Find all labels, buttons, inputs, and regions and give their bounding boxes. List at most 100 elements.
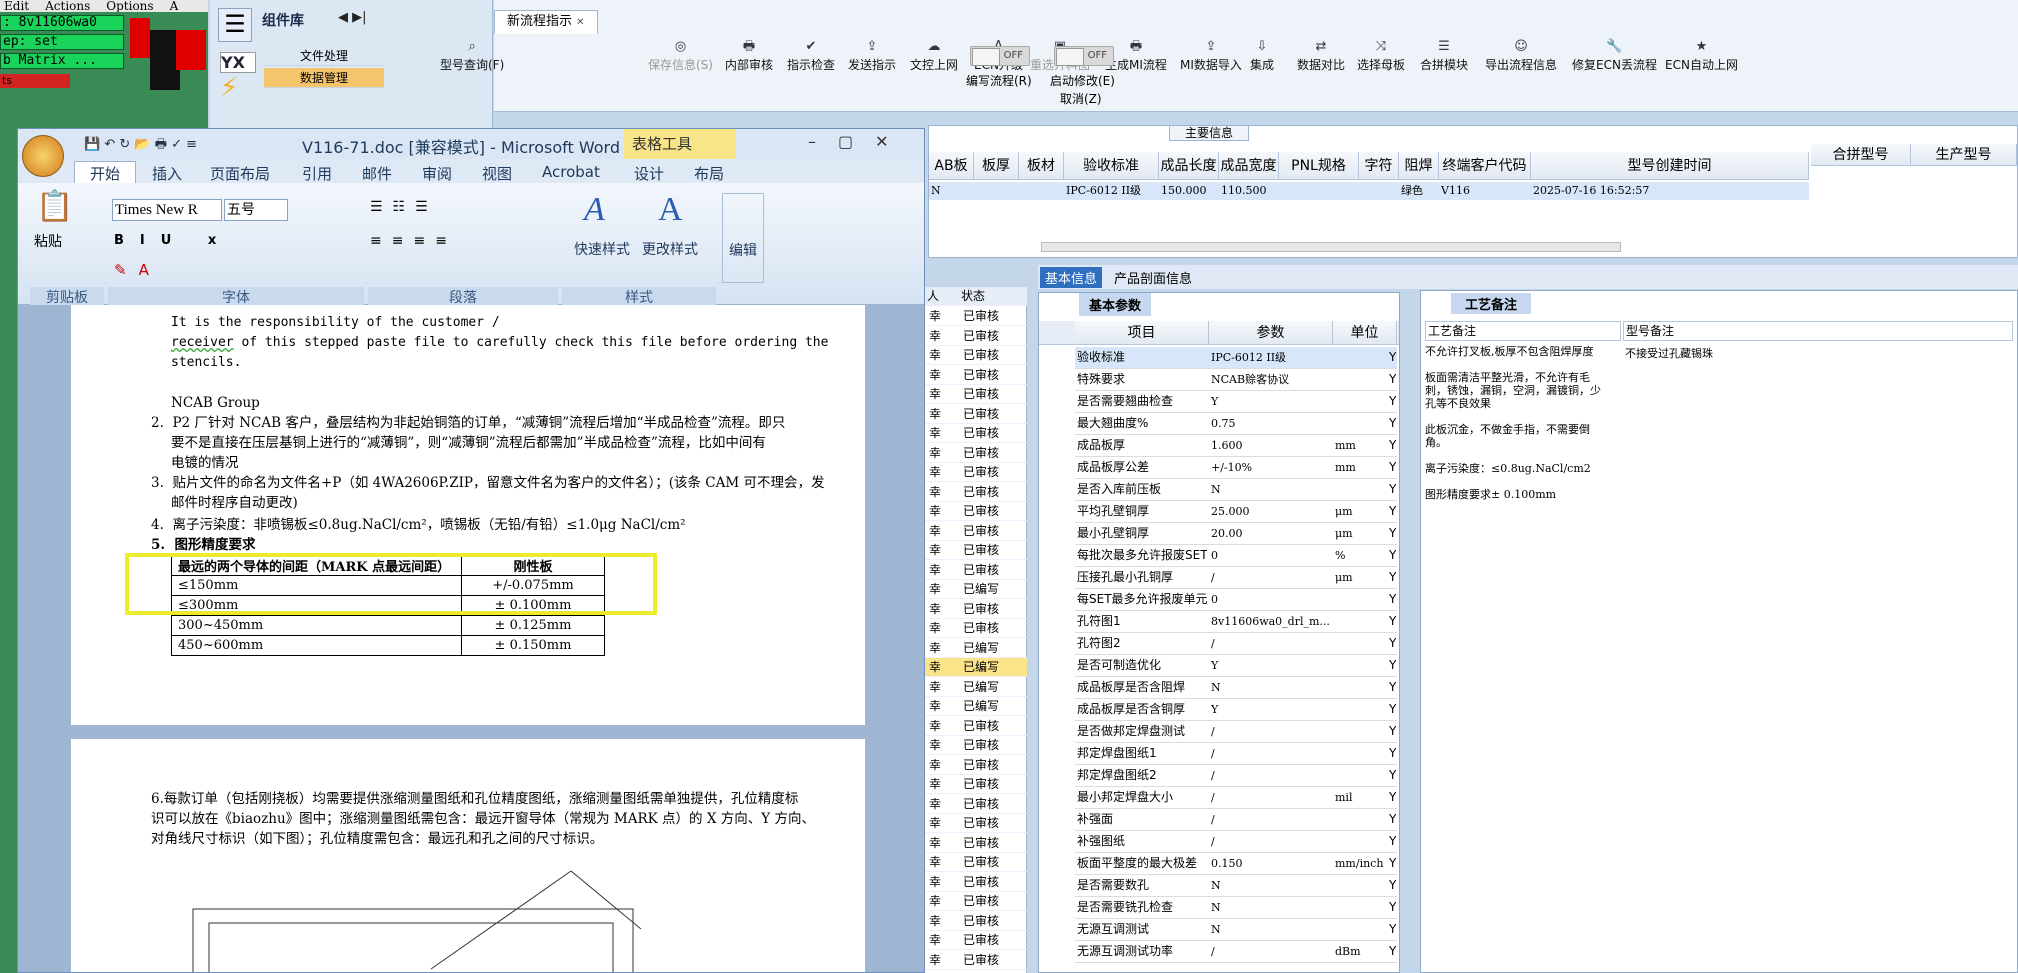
- param-row[interactable]: 平均孔壁铜厚 25.000 μm Y: [1075, 501, 1397, 523]
- tab-layout[interactable]: 页面布局: [210, 163, 270, 184]
- list-item[interactable]: 幸已审核: [925, 736, 1027, 755]
- model-notes-text[interactable]: 不接受过孔藏锡珠: [1625, 345, 1713, 361]
- list-item[interactable]: 幸已编写: [925, 678, 1027, 697]
- param-row[interactable]: 邦定焊盘图纸1/Y: [1075, 743, 1397, 765]
- quick-access-icons[interactable]: 💾 ↶ ↻ 📂 🖶 ✓ ≡: [84, 135, 197, 157]
- list-item[interactable]: 幸已审核: [925, 834, 1027, 853]
- ribbon-button[interactable]: ☰ 合拼模块: [1420, 38, 1468, 73]
- param-row[interactable]: 补强面 / Y: [1075, 809, 1397, 831]
- list-item[interactable]: 幸已审核: [925, 463, 1027, 482]
- param-row[interactable]: 是否需要数孔 N Y: [1075, 875, 1397, 897]
- tab-basic-params[interactable]: 基本参数: [1079, 293, 1152, 316]
- grid-cell[interactable]: [1021, 182, 1064, 200]
- list-item[interactable]: 幸已审核: [925, 853, 1027, 872]
- list-item[interactable]: 幸已审核: [925, 795, 1027, 814]
- menu-edit[interactable]: Edit: [4, 0, 29, 12]
- grid-cell[interactable]: [1361, 182, 1399, 200]
- col-header[interactable]: 成品长度: [1159, 152, 1219, 180]
- param-row[interactable]: 是否需要翘曲检查 Y Y: [1075, 391, 1397, 413]
- nav-item-file[interactable]: 文件处理: [264, 46, 384, 66]
- grid-cell[interactable]: V116: [1441, 182, 1531, 200]
- param-row[interactable]: 每批次最多允许报废SET 0% Y: [1075, 545, 1397, 567]
- cancel-label[interactable]: 取消(Z): [1060, 90, 1102, 107]
- col-header[interactable]: 终端客户代码: [1439, 152, 1531, 180]
- tab-new-flow[interactable]: 新流程指示 ✕: [494, 10, 598, 34]
- doc-paragraph[interactable]: 对角线尺寸标识（如下图）；孔位精度需包含：最远孔和孔之间的尺寸标识。: [151, 829, 603, 849]
- ribbon-button[interactable]: 🔧 修复ECN丢流程: [1572, 38, 1657, 73]
- list-item[interactable]: 幸已编写: [925, 580, 1027, 599]
- doc-list-item[interactable]: 要不是直接在压层基铜上进行的“减薄铜”，则“减薄铜”流程后都需加”半成品检查”流…: [171, 433, 766, 453]
- col-header[interactable]: PNL规格: [1279, 152, 1359, 180]
- align-buttons[interactable]: ≡≡≡≡: [370, 233, 457, 249]
- quick-style-icon[interactable]: A: [584, 191, 605, 229]
- nav-item-data[interactable]: 数据管理: [264, 68, 384, 88]
- col-header[interactable]: 验收标准: [1064, 152, 1159, 180]
- tab-home[interactable]: 开始: [90, 163, 120, 184]
- list-item[interactable]: 幸已审核: [925, 346, 1027, 365]
- doc-paragraph[interactable]: receiver of this stepped paste file to c…: [171, 333, 828, 353]
- param-row[interactable]: 每SET最多允许报废单元 0 Y: [1075, 589, 1397, 611]
- tab-design[interactable]: 设计: [634, 163, 664, 184]
- ribbon-button[interactable]: ⇩ 集成: [1250, 38, 1274, 73]
- param-row[interactable]: 无源互调测试功率 / dBm Y: [1075, 941, 1397, 963]
- menu-options[interactable]: Options: [106, 0, 153, 12]
- col-header[interactable]: AB板: [929, 152, 974, 180]
- list-item[interactable]: 幸已审核: [925, 483, 1027, 502]
- ribbon-button[interactable]: 🖶 内部审核: [725, 38, 773, 73]
- list-item[interactable]: 幸已审核: [925, 775, 1027, 794]
- col-header[interactable]: 字符: [1359, 152, 1399, 180]
- doc-list-item[interactable]: 邮件时程序自动更改): [171, 493, 298, 513]
- param-row[interactable]: 邦定焊盘图纸2/Y: [1075, 765, 1397, 787]
- font-size-select[interactable]: 五号: [224, 199, 288, 221]
- quick-style-label[interactable]: 快速样式: [574, 239, 630, 259]
- list-item[interactable]: 幸已审核: [925, 814, 1027, 833]
- process-notes-text[interactable]: 不允许打叉板,板厚不包含阻焊厚度 板面需清洁平整光滑，不允许有毛刺，锈蚀，漏铜，空…: [1425, 345, 1611, 501]
- format-buttons[interactable]: BIU x: [114, 233, 232, 248]
- list-item[interactable]: 幸已审核: [925, 444, 1027, 463]
- param-row[interactable]: 成品板厚公差 +/-10% mm Y: [1075, 457, 1397, 479]
- ribbon-button[interactable]: ☁ 文控上网: [910, 38, 958, 73]
- color-buttons[interactable]: ✎A: [114, 261, 161, 279]
- col-header[interactable]: 板厚: [974, 152, 1019, 180]
- grid-cell[interactable]: 2025-07-16 16:52:57: [1533, 182, 1809, 200]
- write-flow-toggle[interactable]: OFF: [970, 46, 1030, 66]
- ribbon-button[interactable]: ☺ 导出流程信息: [1485, 38, 1557, 73]
- grid-cell[interactable]: N: [931, 182, 974, 200]
- doc-list-item[interactable]: 电镀的情况: [171, 453, 239, 473]
- grid-cell[interactable]: [1281, 182, 1359, 200]
- doc-paragraph[interactable]: stencils.: [171, 353, 241, 373]
- font-name-select[interactable]: Times New R: [112, 199, 222, 221]
- edit-button[interactable]: 编辑: [722, 193, 764, 283]
- col-header[interactable]: 阻焊: [1399, 152, 1439, 180]
- paste-icon[interactable]: 📋: [30, 189, 80, 224]
- grid-cell[interactable]: [976, 182, 1019, 200]
- param-row[interactable]: 是否可制造优化 Y Y: [1075, 655, 1397, 677]
- list-item[interactable]: 幸已审核: [925, 307, 1027, 326]
- param-row[interactable]: 成品板厚是否含铜厚 Y Y: [1075, 699, 1397, 721]
- ribbon-button[interactable]: ⇪ 发送指示: [848, 38, 896, 73]
- list-item[interactable]: 幸已审核: [925, 717, 1027, 736]
- param-row[interactable]: 最小邦定焊盘大小 / mil Y: [1075, 787, 1397, 809]
- doc-paragraph[interactable]: It is the responsibility of the customer…: [171, 313, 500, 333]
- ribbon-button[interactable]: ★ ECN自动上网: [1665, 38, 1738, 73]
- col-header[interactable]: 合拼型号: [1811, 144, 1911, 166]
- menu-a[interactable]: A: [170, 0, 179, 12]
- col-header[interactable]: 板材: [1019, 152, 1064, 180]
- param-row[interactable]: 成品板厚 1.600 mm Y: [1075, 435, 1397, 457]
- table-tools-tab[interactable]: 表格工具: [624, 129, 736, 159]
- tab-insert[interactable]: 插入: [152, 163, 182, 184]
- ribbon-button[interactable]: ⇄ 数据对比: [1297, 38, 1345, 73]
- col-item[interactable]: 项目: [1075, 321, 1209, 345]
- list-item[interactable]: 幸已审核: [925, 951, 1027, 970]
- doc-list-item[interactable]: 2. P2 厂针对 NCAB 客户，叠层结构为非起始铜箔的订单，“减薄铜”流程后…: [151, 413, 785, 433]
- list-item[interactable]: 幸已审核: [925, 561, 1027, 580]
- ribbon-button[interactable]: ⇪ MI数据导入: [1180, 38, 1242, 73]
- menu-actions[interactable]: Actions: [45, 0, 90, 12]
- param-row[interactable]: 板面平整度的最大极差 0.150 mm/inch Y: [1075, 853, 1397, 875]
- list-item[interactable]: 幸已审核: [925, 327, 1027, 346]
- horizontal-scrollbar[interactable]: [1041, 242, 1621, 252]
- param-row[interactable]: 孔符图1 8v11606wa0_drl_m... Y: [1075, 611, 1397, 633]
- grid-cell[interactable]: IPC-6012 II级: [1066, 182, 1159, 200]
- grid-cell[interactable]: 150.000: [1161, 182, 1219, 200]
- doc-list-item[interactable]: 5. 图形精度要求: [151, 535, 256, 555]
